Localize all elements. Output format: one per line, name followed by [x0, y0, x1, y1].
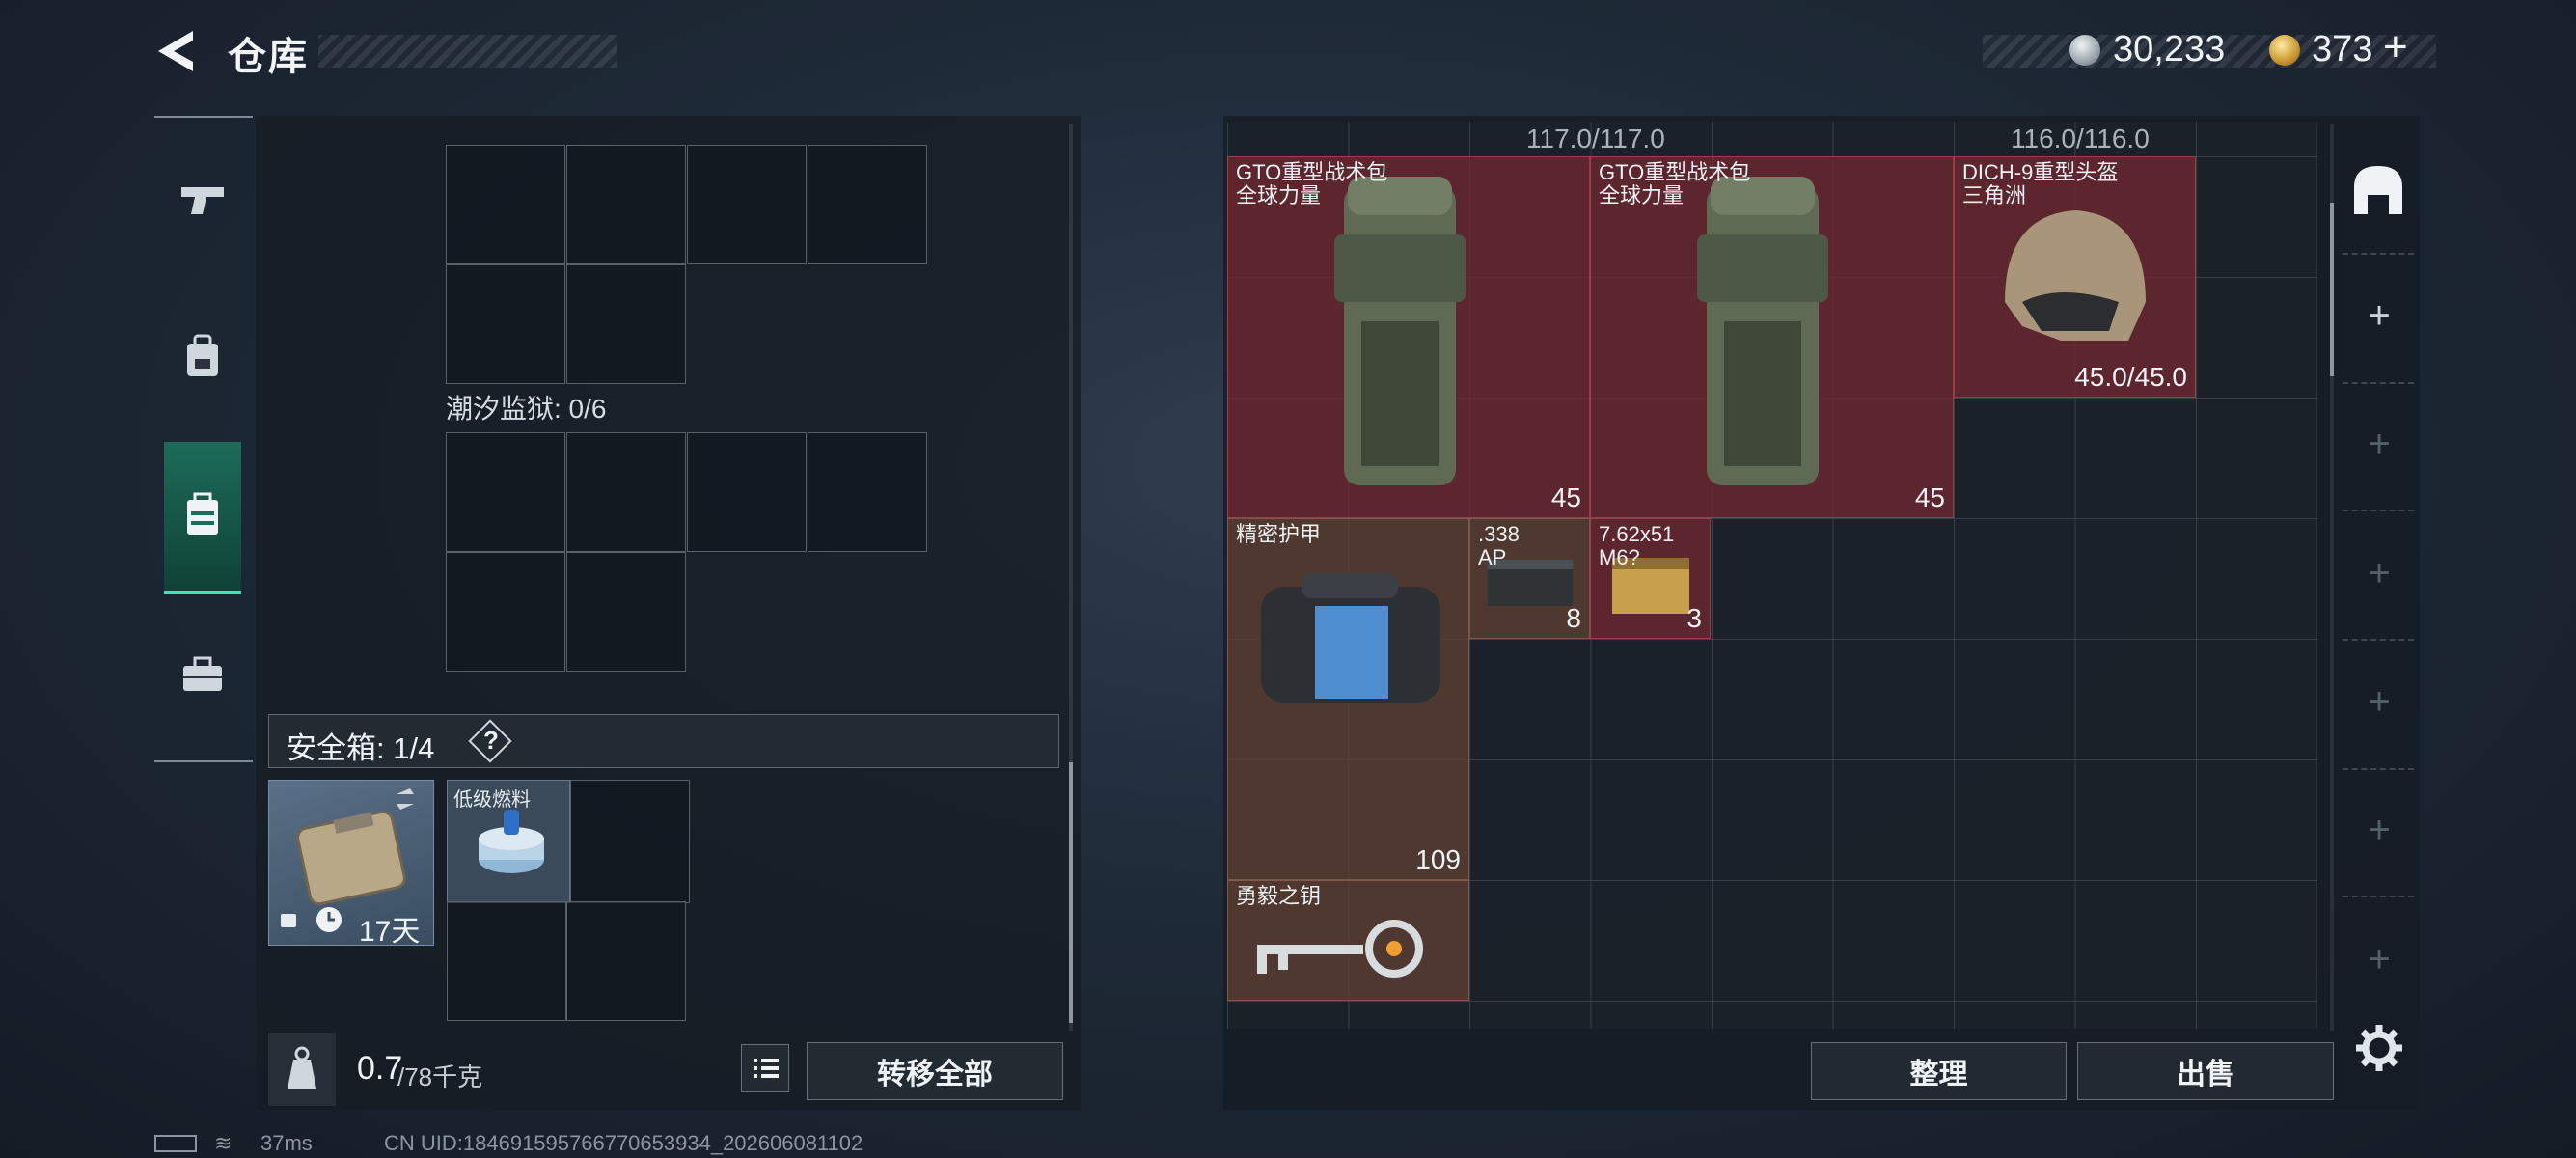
settings-button[interactable]: [2354, 1023, 2404, 1073]
gear-icon: [2356, 1025, 2402, 1071]
stash-item-ammo-338[interactable]: .338 AP 8: [1469, 518, 1590, 639]
slot-divider: [2343, 768, 2414, 770]
stash-house-icon: [2354, 166, 2402, 214]
weight-capacity: /78千克: [397, 1062, 483, 1091]
back-arrow-icon: [158, 31, 193, 71]
item-name: 7.62x51 M6?: [1599, 522, 1675, 569]
page-title: 仓库: [228, 36, 309, 78]
container-slot[interactable]: [566, 432, 686, 552]
safe-box-slot[interactable]: [447, 901, 566, 1021]
list-icon: [754, 1059, 779, 1078]
weight-value: 0.7: [357, 1050, 403, 1087]
locked-page-slot: +: [2368, 552, 2391, 594]
stash-item-helmet[interactable]: DICH-9重型头盔 三角洲 45.0/45.0: [1954, 156, 2196, 398]
silver-coin-icon: [2069, 35, 2100, 66]
toolbox-icon: [183, 656, 222, 691]
pistol-icon: [181, 187, 224, 214]
silver-currency-value: 30,233: [2113, 29, 2226, 69]
durability-top-2: 116.0/116.0: [2011, 124, 2150, 153]
container-slot[interactable]: [446, 552, 565, 672]
wifi-icon: ≋: [214, 1131, 233, 1155]
armor-icon: [1261, 573, 1440, 703]
locked-page-slot: +: [2368, 938, 2391, 980]
slot-divider: [2343, 639, 2414, 641]
container-slot[interactable]: [566, 552, 686, 672]
tab-divider-top: [154, 116, 253, 118]
tab-equipment[interactable]: [164, 318, 241, 396]
container-slot[interactable]: [687, 145, 807, 264]
backpack-icon: [1334, 177, 1466, 485]
locked-page-slot: +: [2368, 809, 2391, 851]
stash-item-ammo-762[interactable]: 7.62x51 M6? 3: [1590, 518, 1711, 639]
backpack-icon: [1697, 177, 1828, 485]
tab-weapons[interactable]: [164, 162, 241, 239]
safe-box-slot[interactable]: [566, 901, 686, 1021]
left-scrollbar-thumb[interactable]: [1069, 762, 1073, 1023]
slot-divider: [2343, 382, 2414, 384]
backpack-icon: [187, 334, 218, 376]
case-icon: [187, 492, 218, 535]
item-name: GTO重型战术包 全球力量: [1599, 160, 1751, 207]
slot-divider: [2343, 510, 2414, 511]
item-durability: 45.0/45.0: [2074, 362, 2187, 392]
safe-box-slot[interactable]: [570, 780, 690, 903]
container-title-tide-prison: 潮汐监狱: 0/6: [446, 394, 607, 424]
item-count: 45: [1550, 482, 1581, 512]
battery-icon: [154, 1135, 197, 1152]
user-uid: CN UID:18469159576677065393​4_2026060811…: [384, 1131, 863, 1155]
item-name: 勇毅之钥: [1236, 884, 1322, 908]
locked-page-slot: +: [2368, 423, 2391, 465]
item-count: 8: [1566, 603, 1581, 633]
tab-divider-bottom: [154, 760, 253, 762]
container-slot[interactable]: [808, 145, 927, 264]
locked-page-slot: +: [2368, 680, 2391, 723]
stash-item-backpack[interactable]: GTO重型战术包 全球力量 45: [1590, 156, 1954, 518]
stash-grid[interactable]: 117.0/117.0 116.0/116.0 GTO重型战术包 全球力量 45 …: [1227, 122, 2317, 1029]
title-decoration: [318, 35, 617, 68]
container-slot[interactable]: [446, 432, 565, 552]
item-name: .338 AP: [1478, 522, 1520, 569]
weight-icon: [288, 1046, 316, 1089]
container-slot[interactable]: [566, 145, 686, 264]
stash-scrollbar-thumb[interactable]: [2330, 203, 2334, 376]
add-page-button[interactable]: +: [2360, 294, 2398, 338]
sell-button[interactable]: 出售: [2077, 1042, 2334, 1100]
slot-divider: [2343, 253, 2414, 255]
weight-indicator: [268, 1033, 336, 1106]
transfer-all-button[interactable]: 转移全部: [807, 1042, 1063, 1100]
stash-item-backpack[interactable]: GTO重型战术包 全球力量 45: [1227, 156, 1590, 518]
tidy-button[interactable]: 整理: [1811, 1042, 2067, 1100]
item-name: GTO重型战术包 全球力量: [1236, 160, 1388, 207]
item-count: 109: [1415, 844, 1461, 874]
slot-divider: [2343, 896, 2414, 897]
ping-value: 37ms: [260, 1131, 313, 1155]
safe-box-days-remaining: 17天: [359, 916, 421, 948]
item-name: DICH-9重型头盔 三角洲: [1962, 160, 2119, 207]
container-slot[interactable]: [566, 264, 686, 384]
item-count: 3: [1686, 603, 1702, 633]
tab-toolbox[interactable]: [164, 637, 241, 714]
safe-box-label: 安全箱: 1/4: [287, 731, 435, 765]
container-slot[interactable]: [687, 432, 807, 552]
container-slot[interactable]: [446, 264, 565, 384]
item-name: 精密护甲: [1236, 522, 1322, 546]
help-icon-glyph: ?: [483, 726, 499, 755]
durability-top-1: 117.0/117.0: [1526, 124, 1665, 153]
stash-item-armor[interactable]: 精密护甲 109: [1227, 518, 1469, 880]
stash-item-key[interactable]: 勇毅之钥: [1227, 880, 1469, 1001]
container-slot[interactable]: [808, 432, 927, 552]
list-view-button[interactable]: [741, 1044, 789, 1092]
gold-currency-value: 373: [2312, 29, 2373, 69]
gold-coin-icon: [2269, 35, 2300, 66]
fuel-item-name: 低级燃料: [453, 789, 531, 811]
back-button[interactable]: [154, 27, 199, 75]
item-count: 45: [1914, 482, 1945, 512]
container-slot[interactable]: [446, 145, 565, 264]
stash-page-1[interactable]: [2348, 160, 2408, 220]
tab-inventory[interactable]: [164, 442, 241, 594]
add-currency-button[interactable]: +: [2383, 23, 2408, 71]
